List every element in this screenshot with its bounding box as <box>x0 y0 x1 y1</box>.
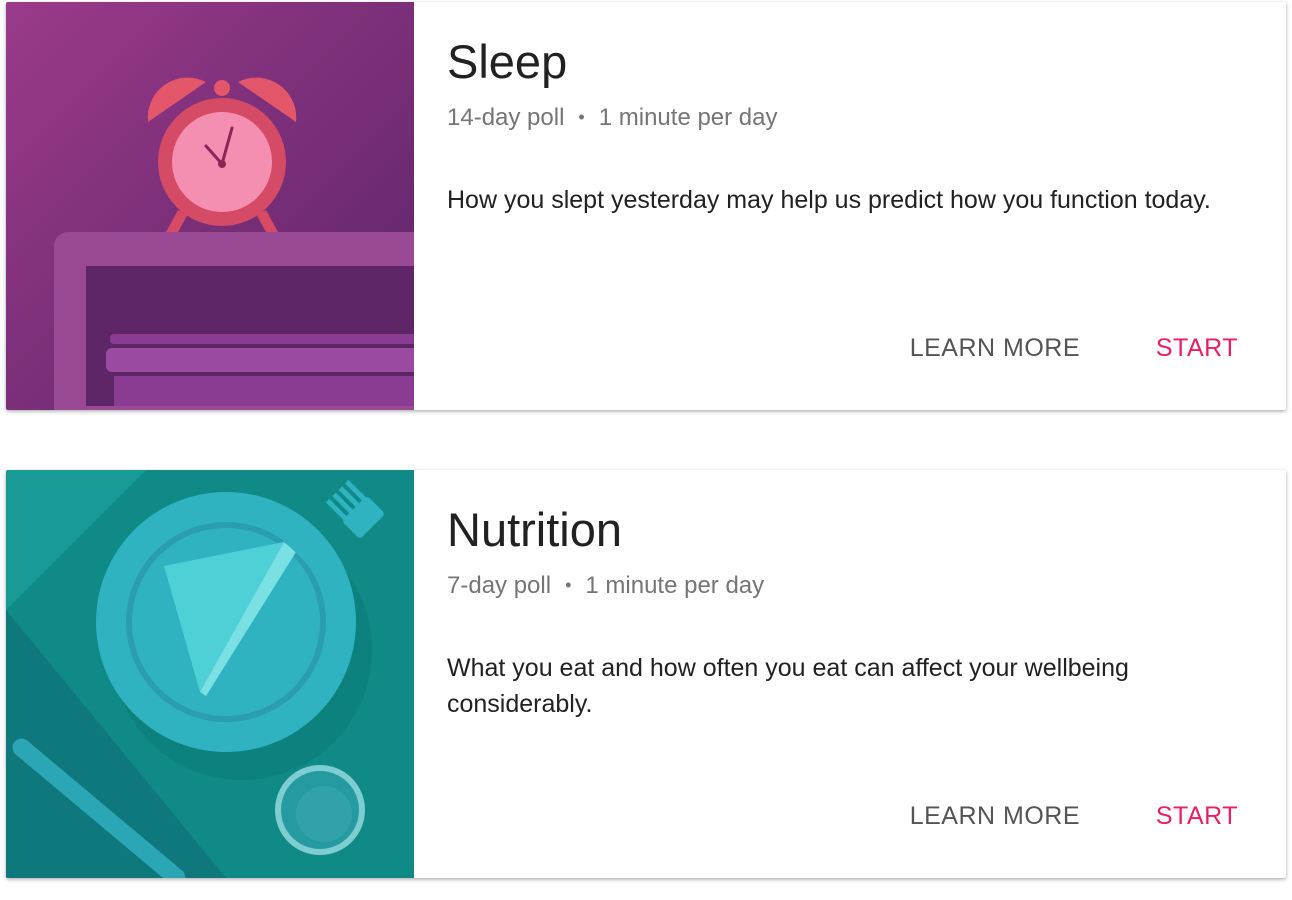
poll-card-sleep: Sleep 14-day poll • 1 minute per day How y… <box>6 2 1286 410</box>
poll-card-nutrition: Nutrition 7-day poll • 1 minute per day Wh… <box>6 470 1286 878</box>
start-button[interactable]: START <box>1156 796 1238 836</box>
card-meta: 7-day poll • 1 minute per day <box>447 570 764 601</box>
card-description: How you slept yesterday may help us pred… <box>447 186 1211 214</box>
meta-separator: • <box>565 575 572 595</box>
start-button[interactable]: START <box>1156 328 1238 368</box>
nutrition-illustration <box>6 470 414 878</box>
learn-more-button[interactable]: LEARN MORE <box>910 796 1080 836</box>
card-content: Sleep 14-day poll • 1 minute per day How y… <box>447 2 1286 410</box>
card-content: Nutrition 7-day poll • 1 minute per day Wh… <box>447 470 1286 878</box>
card-description: What you eat and how often you eat can a… <box>447 654 1129 718</box>
meta-separator: • <box>578 107 585 127</box>
poll-time: 1 minute per day <box>598 104 778 131</box>
poll-duration: 7-day poll <box>447 572 552 599</box>
poll-time: 1 minute per day <box>585 572 765 599</box>
card-title: Sleep <box>447 35 568 88</box>
card-title: Nutrition <box>447 503 623 556</box>
card-meta: 14-day poll • 1 minute per day <box>447 102 778 133</box>
learn-more-button[interactable]: LEARN MORE <box>910 328 1080 368</box>
poll-duration: 14-day poll <box>447 104 565 131</box>
sleep-illustration <box>6 2 414 410</box>
